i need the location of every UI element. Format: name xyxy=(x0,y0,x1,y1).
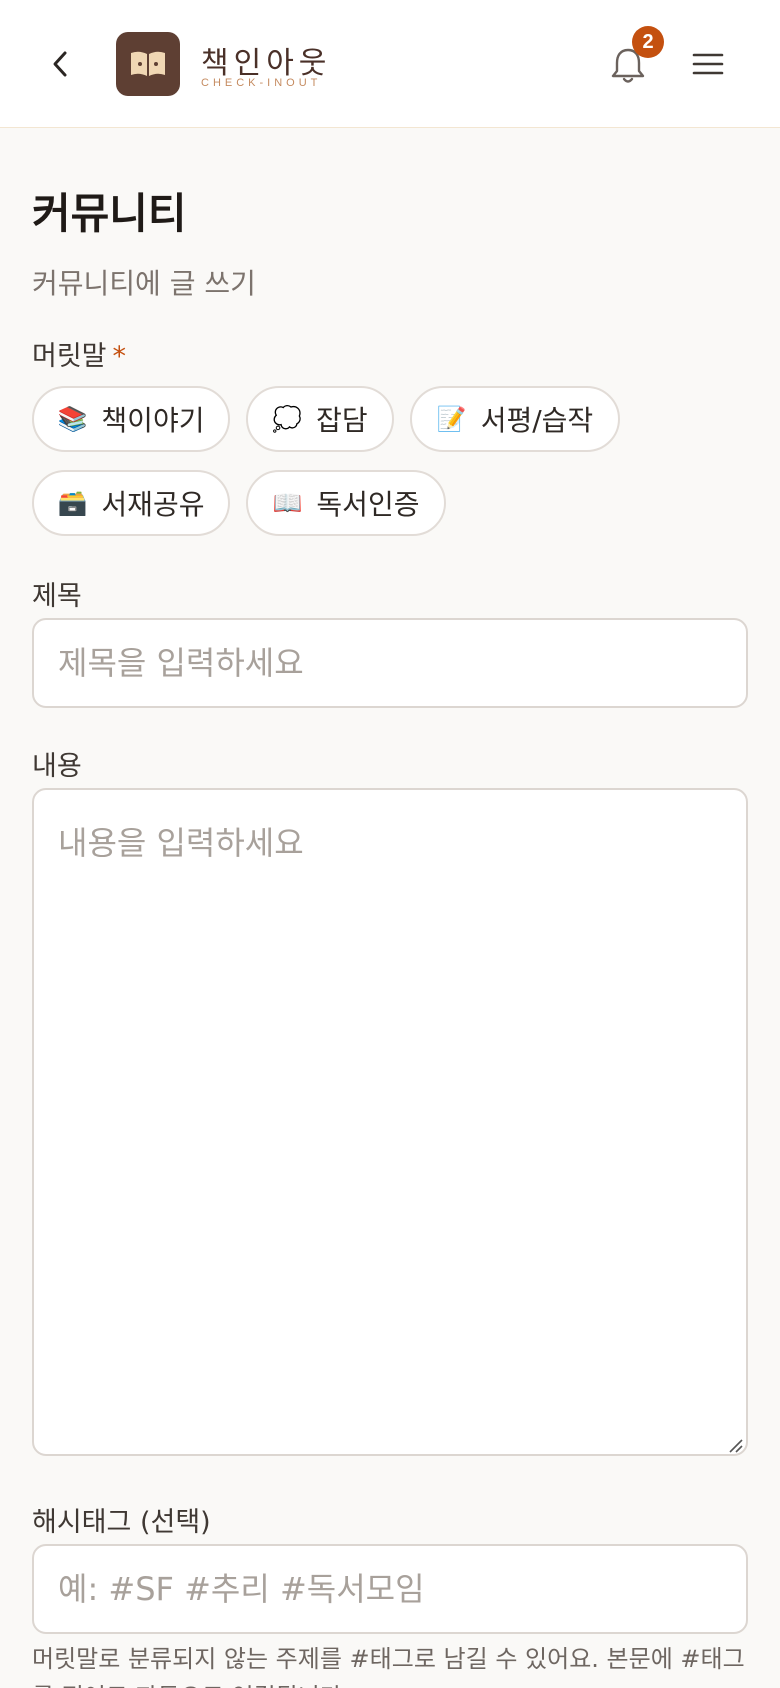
category-chip-review[interactable]: 📝 서평/습작 xyxy=(410,386,620,452)
category-chip-book-talk[interactable]: 📚 책이야기 xyxy=(32,386,230,452)
hashtag-help-text: 머릿말로 분류되지 않는 주제를 #태그로 남길 수 있어요. 본문에 #태그를… xyxy=(32,1645,745,1688)
category-label-text: 머릿말 xyxy=(32,341,107,372)
category-chip-label: 잡담 xyxy=(316,404,368,437)
category-chip-chat[interactable]: 💭 잡담 xyxy=(246,386,394,452)
menu-button[interactable] xyxy=(692,48,724,80)
app-header: 책인아웃 CHECK-INOUT 2 xyxy=(0,0,780,128)
notification-count-badge: 2 xyxy=(632,26,664,58)
category-chip-label: 독서인증 xyxy=(316,488,420,521)
thought-bubble-icon: 💭 xyxy=(272,405,303,433)
chevron-left-icon xyxy=(53,51,67,77)
content-textarea[interactable] xyxy=(32,788,748,1456)
open-book-icon xyxy=(131,51,165,76)
category-chip-bookshelf[interactable]: 🗃️ 서재공유 xyxy=(32,470,230,536)
hashtag-label: 해시태그 (선택) xyxy=(32,1507,211,1538)
category-chip-reading-proof[interactable]: 📖 독서인증 xyxy=(246,470,446,536)
card-file-box-icon: 🗃️ xyxy=(57,489,88,517)
memo-icon: 📝 xyxy=(436,405,467,433)
required-mark: * xyxy=(112,341,127,372)
books-icon: 📚 xyxy=(57,405,88,433)
title-label: 제목 xyxy=(32,581,82,612)
page-subtitle: 커뮤니티에 글 쓰기 xyxy=(32,267,256,300)
category-chip-label: 서재공유 xyxy=(101,488,205,521)
resize-handle-icon[interactable] xyxy=(726,1436,744,1454)
app-logo[interactable] xyxy=(116,32,180,96)
category-chip-label: 책이야기 xyxy=(101,404,205,437)
hamburger-menu-icon xyxy=(692,53,724,75)
category-label: 머릿말 * xyxy=(32,334,126,373)
open-book-icon: 📖 xyxy=(272,489,303,517)
back-button[interactable] xyxy=(42,44,78,84)
hashtag-input[interactable] xyxy=(32,1544,748,1634)
page-title: 커뮤니티 xyxy=(32,189,187,238)
category-chip-label: 서평/습작 xyxy=(480,404,594,437)
brand-subtitle: CHECK-INOUT xyxy=(201,77,322,89)
content-label: 내용 xyxy=(32,751,82,782)
brand-name: 책인아웃 xyxy=(201,46,332,81)
title-input[interactable] xyxy=(32,618,748,708)
